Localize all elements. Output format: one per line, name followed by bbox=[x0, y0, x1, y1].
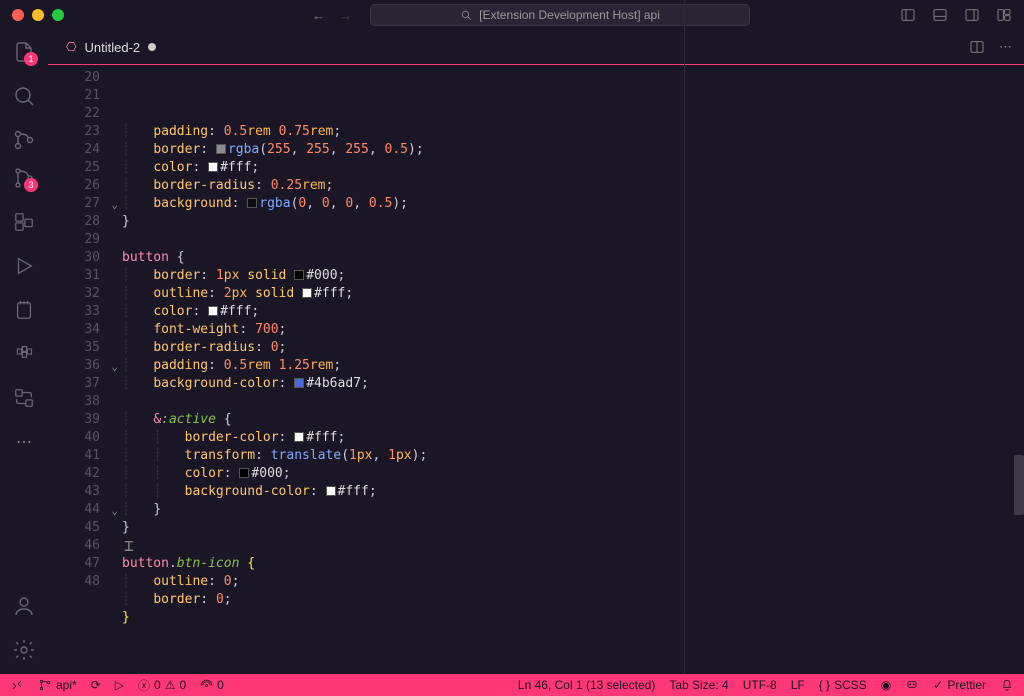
color-swatch-icon[interactable] bbox=[294, 378, 304, 388]
encoding-status[interactable]: UTF-8 bbox=[743, 678, 777, 692]
activity-bar: 1 3 ⋯ bbox=[0, 30, 48, 674]
color-swatch-icon[interactable] bbox=[208, 162, 218, 172]
window-controls bbox=[12, 9, 64, 21]
fold-icon[interactable]: ⌄ bbox=[111, 196, 118, 214]
minimize-window-button[interactable] bbox=[32, 9, 44, 21]
layout-icon[interactable] bbox=[996, 7, 1012, 23]
problems-status[interactable]: ⓧ 0 ⚠ 0 bbox=[138, 677, 186, 694]
settings-gear-icon[interactable] bbox=[12, 638, 36, 662]
code-content[interactable]: ┊ padding: 0.5rem 0.75rem;┊ border: rgba… bbox=[122, 65, 1024, 674]
nav-forward-icon[interactable]: → bbox=[339, 8, 352, 23]
ports-status[interactable]: 0 bbox=[200, 678, 224, 692]
debug-launch-icon[interactable]: ▷ bbox=[115, 678, 124, 692]
code-editor[interactable]: 2021222324252627⌄282930313233343536⌄3738… bbox=[48, 65, 1024, 674]
sync-icon[interactable]: ⟳ bbox=[91, 678, 101, 692]
scm-icon[interactable]: 3 bbox=[12, 166, 36, 190]
line-gutter: 2021222324252627⌄282930313233343536⌄3738… bbox=[48, 65, 122, 674]
language-mode[interactable]: { } SCSS bbox=[819, 678, 867, 692]
tab-bar: ⎔ Untitled-2 ⋯ bbox=[48, 30, 1024, 65]
notes-icon[interactable] bbox=[12, 298, 36, 322]
close-window-button[interactable] bbox=[12, 9, 24, 21]
search-activity-icon[interactable] bbox=[12, 84, 36, 108]
tab-label: Untitled-2 bbox=[84, 40, 140, 55]
window-title: [Extension Development Host] api bbox=[479, 8, 660, 22]
color-swatch-icon[interactable] bbox=[247, 198, 257, 208]
nav-arrows: ← → bbox=[312, 8, 352, 23]
dirty-indicator-icon bbox=[148, 43, 156, 51]
split-editor-icon[interactable] bbox=[969, 39, 985, 55]
fold-icon[interactable]: ⌄ bbox=[111, 502, 118, 520]
source-control-icon[interactable] bbox=[12, 128, 36, 152]
fold-icon[interactable]: ⌄ bbox=[111, 358, 118, 376]
editor-group: ⎔ Untitled-2 ⋯ 2021222324252627⌄28293031… bbox=[48, 30, 1024, 674]
color-swatch-icon[interactable] bbox=[294, 432, 304, 442]
color-swatch-icon[interactable] bbox=[208, 306, 218, 316]
status-bar: api* ⟳ ▷ ⓧ 0 ⚠ 0 0 Ln 46, Col 1 (13 sele… bbox=[0, 674, 1024, 696]
layout-controls bbox=[900, 7, 1012, 23]
group-icon[interactable] bbox=[12, 386, 36, 410]
more-icon[interactable]: ⋯ bbox=[12, 430, 36, 454]
search-icon bbox=[460, 9, 473, 22]
panel-right-icon[interactable] bbox=[964, 7, 980, 23]
scss-file-icon: ⎔ bbox=[66, 40, 76, 54]
scm-badge: 3 bbox=[24, 178, 38, 192]
color-swatch-icon[interactable] bbox=[326, 486, 336, 496]
run-debug-icon[interactable] bbox=[12, 254, 36, 278]
explorer-icon[interactable]: 1 bbox=[12, 40, 36, 64]
titlebar: ← → [Extension Development Host] api bbox=[0, 0, 1024, 30]
color-swatch-icon[interactable] bbox=[294, 270, 304, 280]
remote-indicator[interactable] bbox=[10, 678, 24, 692]
eol-status[interactable]: LF bbox=[791, 678, 805, 692]
eslint-icon[interactable]: ◉ bbox=[881, 678, 891, 692]
text-cursor-icon: ⌶ bbox=[124, 537, 134, 555]
tab-untitled-2[interactable]: ⎔ Untitled-2 bbox=[54, 30, 168, 64]
color-swatch-icon[interactable] bbox=[239, 468, 249, 478]
more-actions-icon[interactable]: ⋯ bbox=[999, 39, 1012, 55]
cursor-position[interactable]: Ln 46, Col 1 (13 selected) bbox=[518, 678, 655, 692]
explorer-badge: 1 bbox=[24, 52, 38, 66]
git-branch[interactable]: api* bbox=[38, 678, 77, 692]
panel-left-icon[interactable] bbox=[900, 7, 916, 23]
extensions-icon[interactable] bbox=[12, 210, 36, 234]
account-icon[interactable] bbox=[12, 594, 36, 618]
color-swatch-icon[interactable] bbox=[216, 144, 226, 154]
notifications-bell-icon[interactable] bbox=[1000, 678, 1014, 692]
color-swatch-icon[interactable] bbox=[302, 288, 312, 298]
editor-ruler bbox=[684, 0, 685, 674]
prettier-status[interactable]: ✓ Prettier bbox=[933, 678, 986, 692]
copilot-icon[interactable] bbox=[905, 678, 919, 692]
indentation-status[interactable]: Tab Size: 4 bbox=[669, 678, 728, 692]
terraform-icon[interactable] bbox=[12, 342, 36, 366]
zoom-window-button[interactable] bbox=[52, 9, 64, 21]
panel-bottom-icon[interactable] bbox=[932, 7, 948, 23]
command-center[interactable]: [Extension Development Host] api bbox=[370, 4, 750, 26]
nav-back-icon[interactable]: ← bbox=[312, 8, 325, 23]
minimap-slider[interactable] bbox=[1014, 455, 1024, 515]
